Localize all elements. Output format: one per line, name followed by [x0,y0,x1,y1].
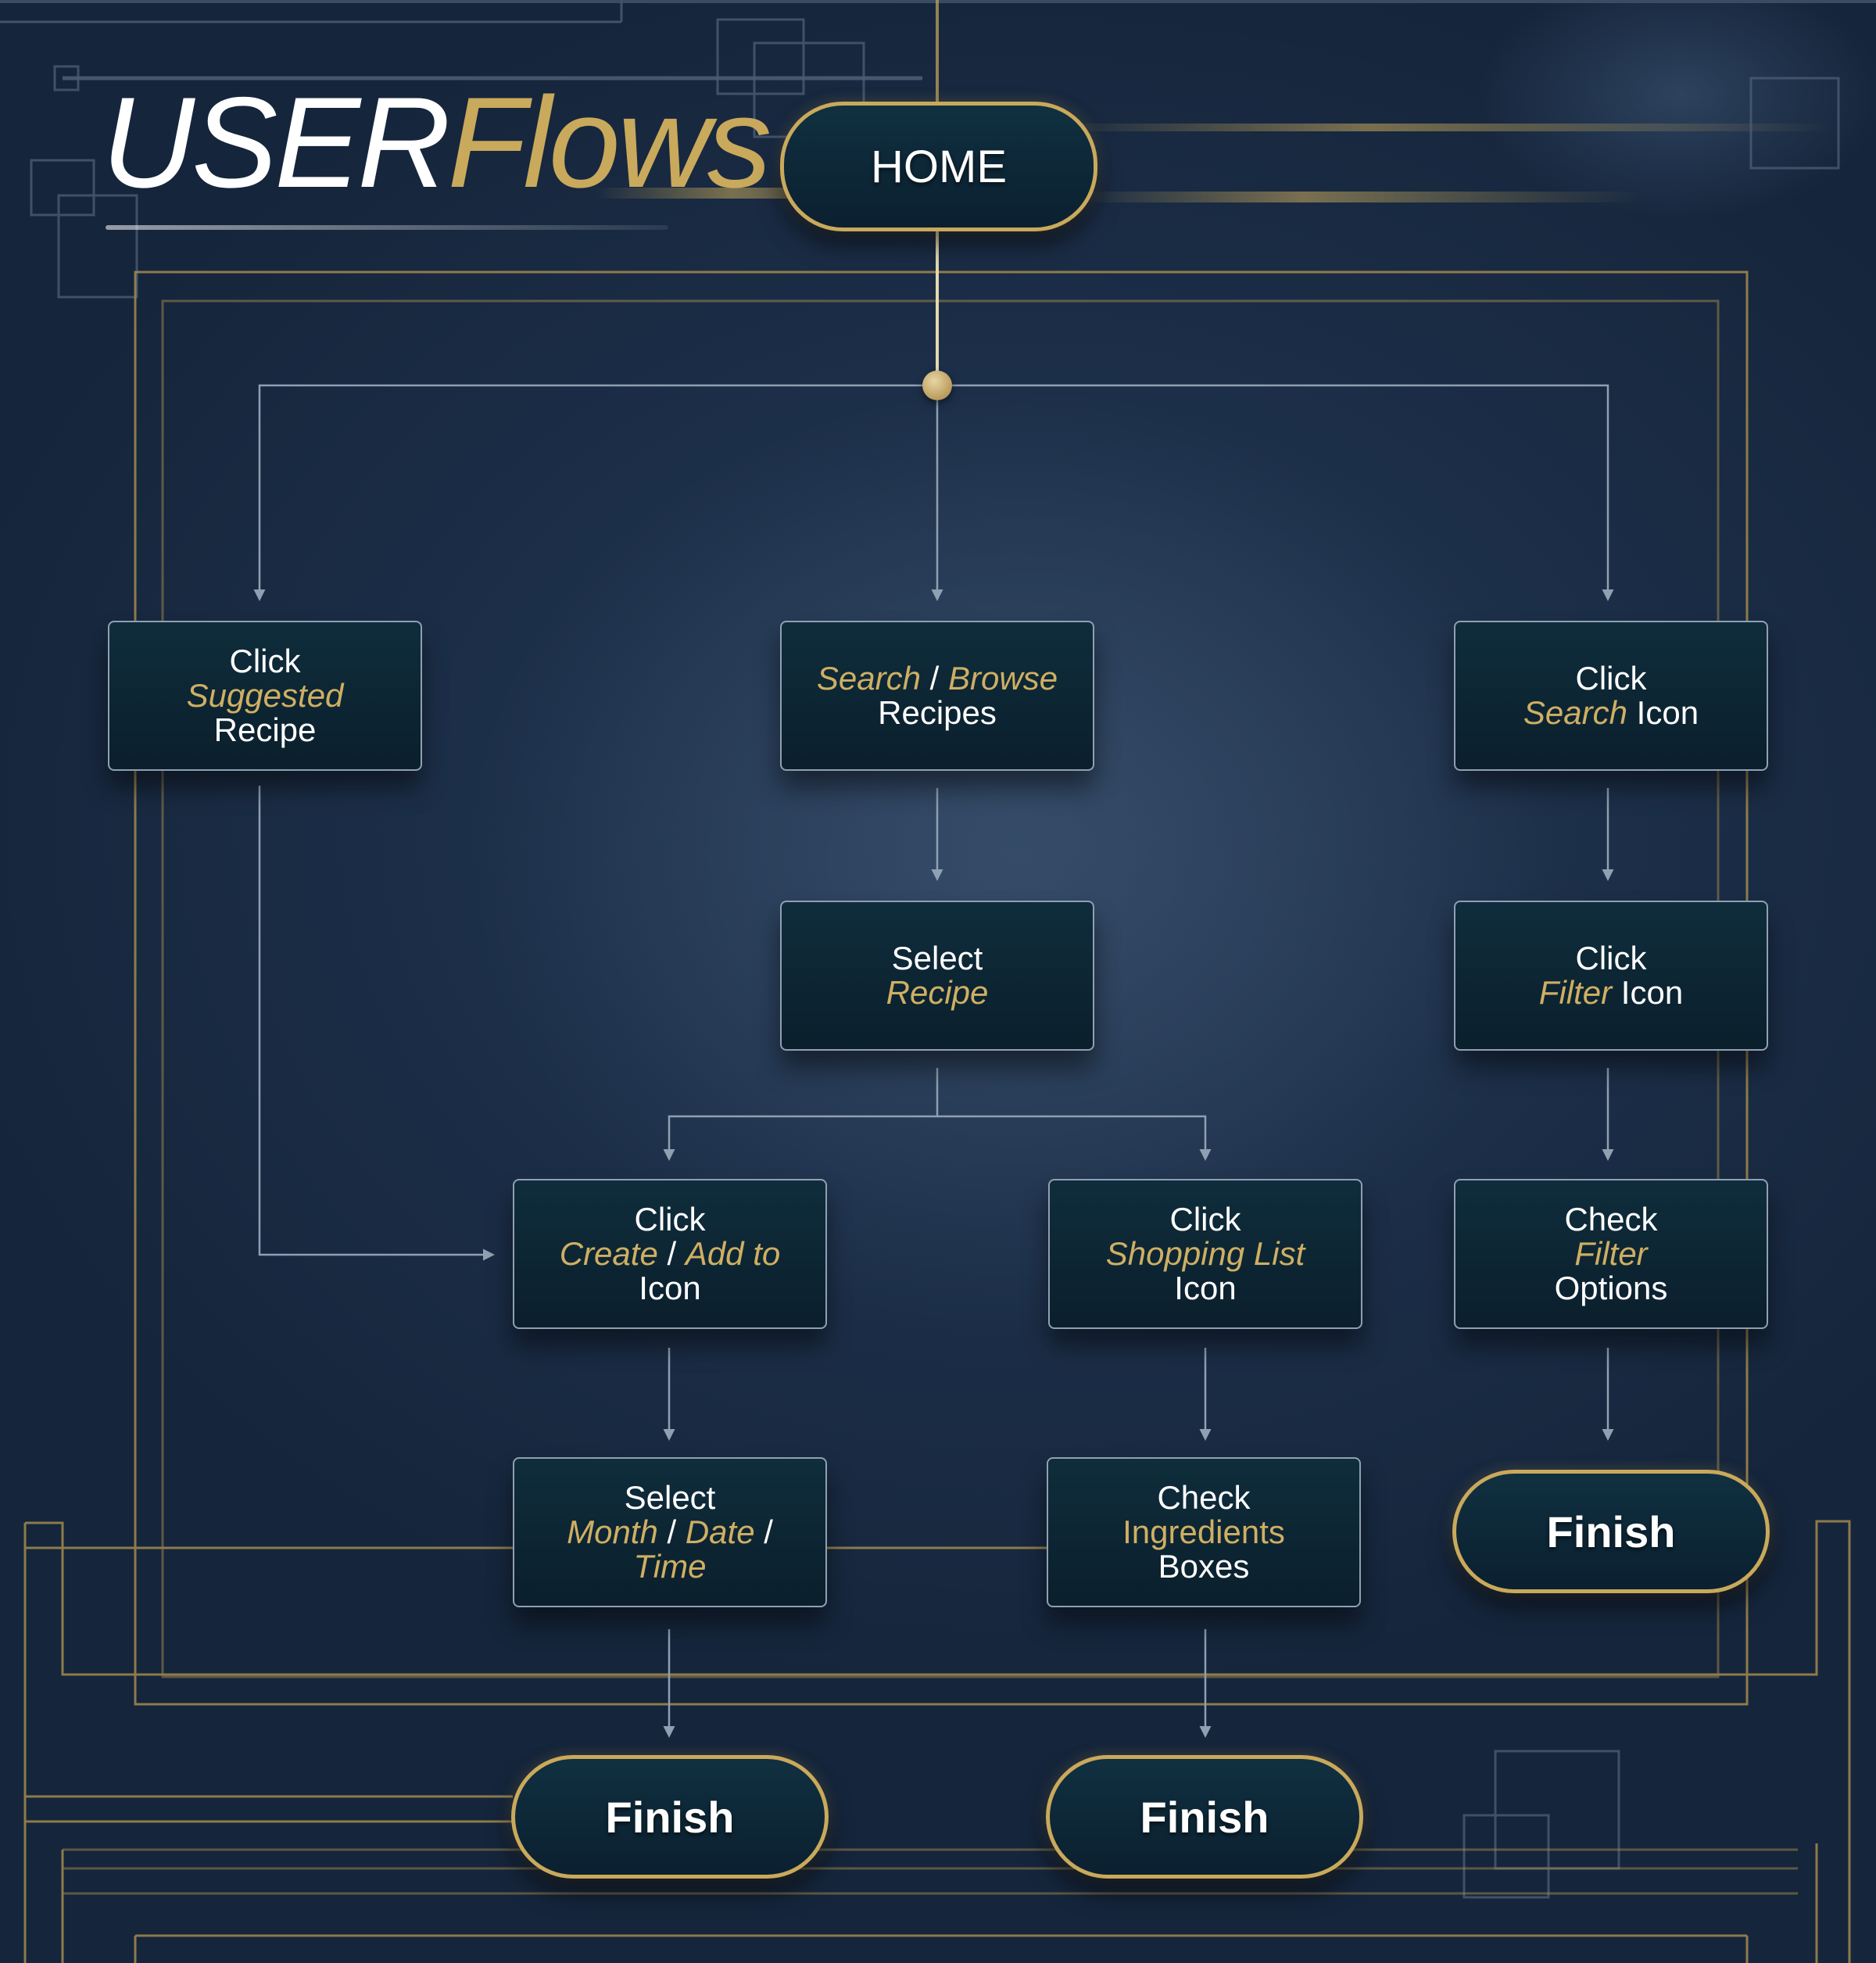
node-line: Boxes [1158,1548,1250,1585]
title-underline [106,225,668,230]
node-line-highlight: Time [633,1548,707,1585]
node-line: Recipes [878,694,997,731]
node-line: Icon [1627,694,1699,731]
node-line: Icon [639,1270,701,1306]
home-label: HOME [871,141,1007,192]
node-line: Icon [1174,1270,1237,1306]
node-check-ingredients-boxes: Check Ingredients Boxes [1047,1457,1361,1607]
node-line: Check [1564,1201,1658,1238]
finish-node: Finish [511,1755,829,1879]
branch-dot [922,371,952,400]
node-line: Click [634,1201,706,1238]
node-line-highlight: Filter [1538,974,1613,1011]
page-title: USERFlows [102,78,772,207]
home-node: HOME [780,102,1097,231]
node-check-filter-options: Check Filter Options [1454,1179,1768,1329]
node-line-highlight: Add to [685,1235,781,1272]
node-line-highlight: Search [816,660,921,697]
node-line: Recipe [213,711,317,748]
finish-label: Finish [605,1792,735,1842]
node-line-highlight: Suggested [186,677,344,714]
node-separator: / [921,660,949,697]
node-line-highlight: Ingredients [1122,1513,1285,1550]
node-line: Select [624,1479,716,1516]
node-click-create-add-icon: Click Create / Add to Icon [513,1179,827,1329]
node-line-highlight: Month [567,1513,658,1550]
node-click-search-icon: Click Search Icon [1454,621,1768,771]
node-line-highlight: Browse [948,660,1058,697]
title-user: USER [102,70,450,214]
node-line-highlight: Shopping List [1105,1235,1305,1272]
node-line: Click [1575,660,1647,697]
node-separator: / [754,1513,773,1550]
node-line: Click [229,643,301,679]
node-click-suggested-recipe: Click Suggested Recipe [108,621,422,771]
node-select-recipe: Select Recipe [780,901,1094,1051]
finish-label: Finish [1140,1792,1269,1842]
node-line-highlight: Create [559,1235,658,1272]
node-line: Select [891,940,983,976]
finish-node: Finish [1046,1755,1363,1879]
node-line: Check [1157,1479,1251,1516]
node-line: Click [1575,940,1647,976]
node-line-highlight: Search [1523,694,1627,731]
node-line-highlight: Recipe [886,974,989,1011]
node-line: Icon [1612,974,1684,1011]
title-flows: Flows [447,70,772,214]
node-separator: / [657,1235,686,1272]
node-search-browse-recipes: Search / Browse Recipes [780,621,1094,771]
node-click-filter-icon: Click Filter Icon [1454,901,1768,1051]
node-line-highlight: Date [685,1513,755,1550]
finish-label: Finish [1546,1506,1676,1556]
node-line-highlight: Filter [1574,1235,1648,1272]
node-click-shopping-list-icon: Click Shopping List Icon [1048,1179,1362,1329]
node-select-month-date-time: Select Month / Date / Time [513,1457,827,1607]
node-separator: / [657,1513,686,1550]
finish-node: Finish [1452,1470,1770,1593]
node-line: Click [1169,1201,1241,1238]
node-line: Options [1554,1270,1668,1306]
